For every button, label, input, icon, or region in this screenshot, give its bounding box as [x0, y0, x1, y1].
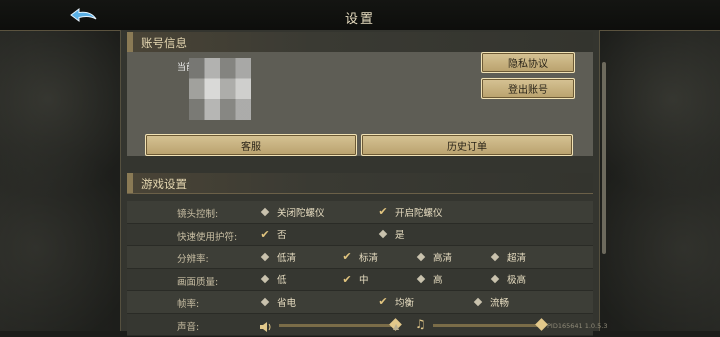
game-section-title: 游戏设置 — [141, 177, 187, 191]
page-title: 设置 — [344, 12, 375, 27]
option-unselected[interactable]: 是 — [377, 228, 405, 241]
checkmark-icon: ✔ — [342, 272, 352, 286]
account-card: 当前 641 隐私协议 登出账号 客服 历史订单 — [127, 52, 593, 156]
option-label: 高清 — [433, 252, 453, 264]
setting-label: 画面质量: — [177, 276, 219, 288]
game-settings-list: 镜头控制: 关闭陀螺仪 ✔ 开启陀螺仪 快速使用护符: ✔ 否是分辨率: 低清 ✔ 标清 高清 超清画… — [127, 201, 593, 336]
account-section-header: 账号信息 — [127, 32, 593, 53]
option-selected[interactable]: ✔ 开启陀螺仪 — [377, 205, 443, 219]
music-note-icon: ♫ — [415, 316, 426, 331]
diamond-icon — [473, 297, 483, 306]
top-bar: 设置 — [0, 0, 720, 31]
option-unselected[interactable]: 流畅 — [472, 295, 510, 309]
diamond-icon — [260, 274, 270, 284]
privacy-button-label: 隐私协议 — [508, 59, 548, 70]
customer-service-label: 客服 — [241, 141, 261, 153]
game-section-header: 游戏设置 — [127, 173, 593, 194]
diamond-icon — [260, 252, 270, 261]
diamond-icon — [490, 274, 500, 284]
option-unselected[interactable]: 极高 — [489, 273, 526, 286]
checkmark-icon: ✔ — [378, 205, 388, 218]
option-label: 流畅 — [490, 297, 510, 309]
order-history-button[interactable]: 历史订单 — [361, 134, 573, 156]
option-unselected[interactable]: 省电 — [259, 295, 297, 309]
option-label: 极高 — [507, 275, 527, 286]
setting-label: 声音: — [177, 321, 200, 333]
version-info: PID165641 1.0.5.3 — [547, 322, 608, 330]
option-label: 高 — [433, 275, 443, 286]
option-selected[interactable]: ✔ 标清 — [341, 250, 379, 264]
diamond-icon — [416, 252, 426, 261]
option-label: 标清 — [359, 252, 379, 264]
option-label: 是 — [395, 230, 405, 241]
option-unselected[interactable]: 超清 — [489, 250, 527, 264]
diamond-icon — [378, 229, 388, 239]
settings-row: 画面质量: 低 ✔ 中高极高 — [127, 268, 593, 291]
diamond-icon — [490, 252, 500, 261]
option-label: 低 — [277, 275, 287, 286]
option-unselected[interactable]: 低清 — [259, 250, 297, 264]
option-label: 中 — [359, 275, 369, 286]
checkmark-icon: ✔ — [378, 295, 388, 308]
option-unselected[interactable]: 关闭陀螺仪 — [259, 205, 325, 219]
settings-panel: 账号信息 当前 641 隐私协议 登出账号 客服 历史订单 游戏设置 镜头控制:… — [120, 30, 606, 336]
option-selected[interactable]: ✔ 均衡 — [377, 295, 415, 309]
option-selected[interactable]: ✔ 否 — [259, 227, 287, 242]
checkmark-icon: ✔ — [260, 227, 270, 241]
slider-handle[interactable] — [535, 317, 548, 331]
checkmark-icon: ✔ — [342, 250, 352, 263]
background-ornament-right — [600, 0, 720, 331]
logout-button-label: 登出账号 — [508, 85, 548, 96]
scroll-down-arrow-icon[interactable]: ▲ — [393, 322, 399, 331]
avatar — [189, 58, 251, 120]
setting-label: 快速使用护符: — [177, 231, 238, 243]
account-section-title: 账号信息 — [141, 36, 187, 50]
order-history-label: 历史订单 — [447, 141, 487, 153]
option-unselected[interactable]: 高清 — [415, 250, 453, 264]
settings-row: 镜头控制: 关闭陀螺仪 ✔ 开启陀螺仪 — [127, 201, 593, 224]
diamond-icon — [416, 274, 426, 284]
logout-button[interactable]: 登出账号 — [481, 78, 575, 99]
option-label: 开启陀螺仪 — [395, 207, 443, 219]
customer-service-button[interactable]: 客服 — [145, 134, 357, 156]
option-unselected[interactable]: 低 — [259, 273, 287, 286]
background-ornament-left — [0, 0, 120, 331]
setting-label: 分辨率: — [177, 254, 209, 265]
option-unselected[interactable]: 高 — [415, 273, 443, 286]
option-selected[interactable]: ✔ 中 — [341, 272, 369, 287]
settings-row: 帧率: 省电 ✔ 均衡 流畅 — [127, 291, 593, 314]
setting-label: 帧率: — [177, 299, 200, 310]
option-label: 低清 — [277, 252, 297, 264]
option-label: 关闭陀螺仪 — [277, 207, 325, 219]
option-label: 否 — [277, 230, 287, 241]
scrollbar[interactable] — [602, 62, 606, 254]
settings-row: 分辨率: 低清 ✔ 标清 高清 超清 — [127, 246, 593, 269]
music-volume-slider[interactable] — [433, 317, 548, 331]
option-label: 均衡 — [395, 297, 415, 309]
diamond-icon — [260, 207, 270, 216]
privacy-button[interactable]: 隐私协议 — [481, 52, 575, 73]
speaker-icon — [259, 318, 273, 337]
sound-volume-slider[interactable] — [279, 317, 402, 331]
setting-label: 镜头控制: — [177, 209, 219, 220]
settings-row: 声音: ♫ — [127, 313, 593, 337]
settings-row: 快速使用护符: ✔ 否是 — [127, 223, 593, 246]
option-label: 省电 — [277, 297, 297, 309]
diamond-icon — [260, 297, 270, 306]
option-label: 超清 — [507, 252, 527, 264]
